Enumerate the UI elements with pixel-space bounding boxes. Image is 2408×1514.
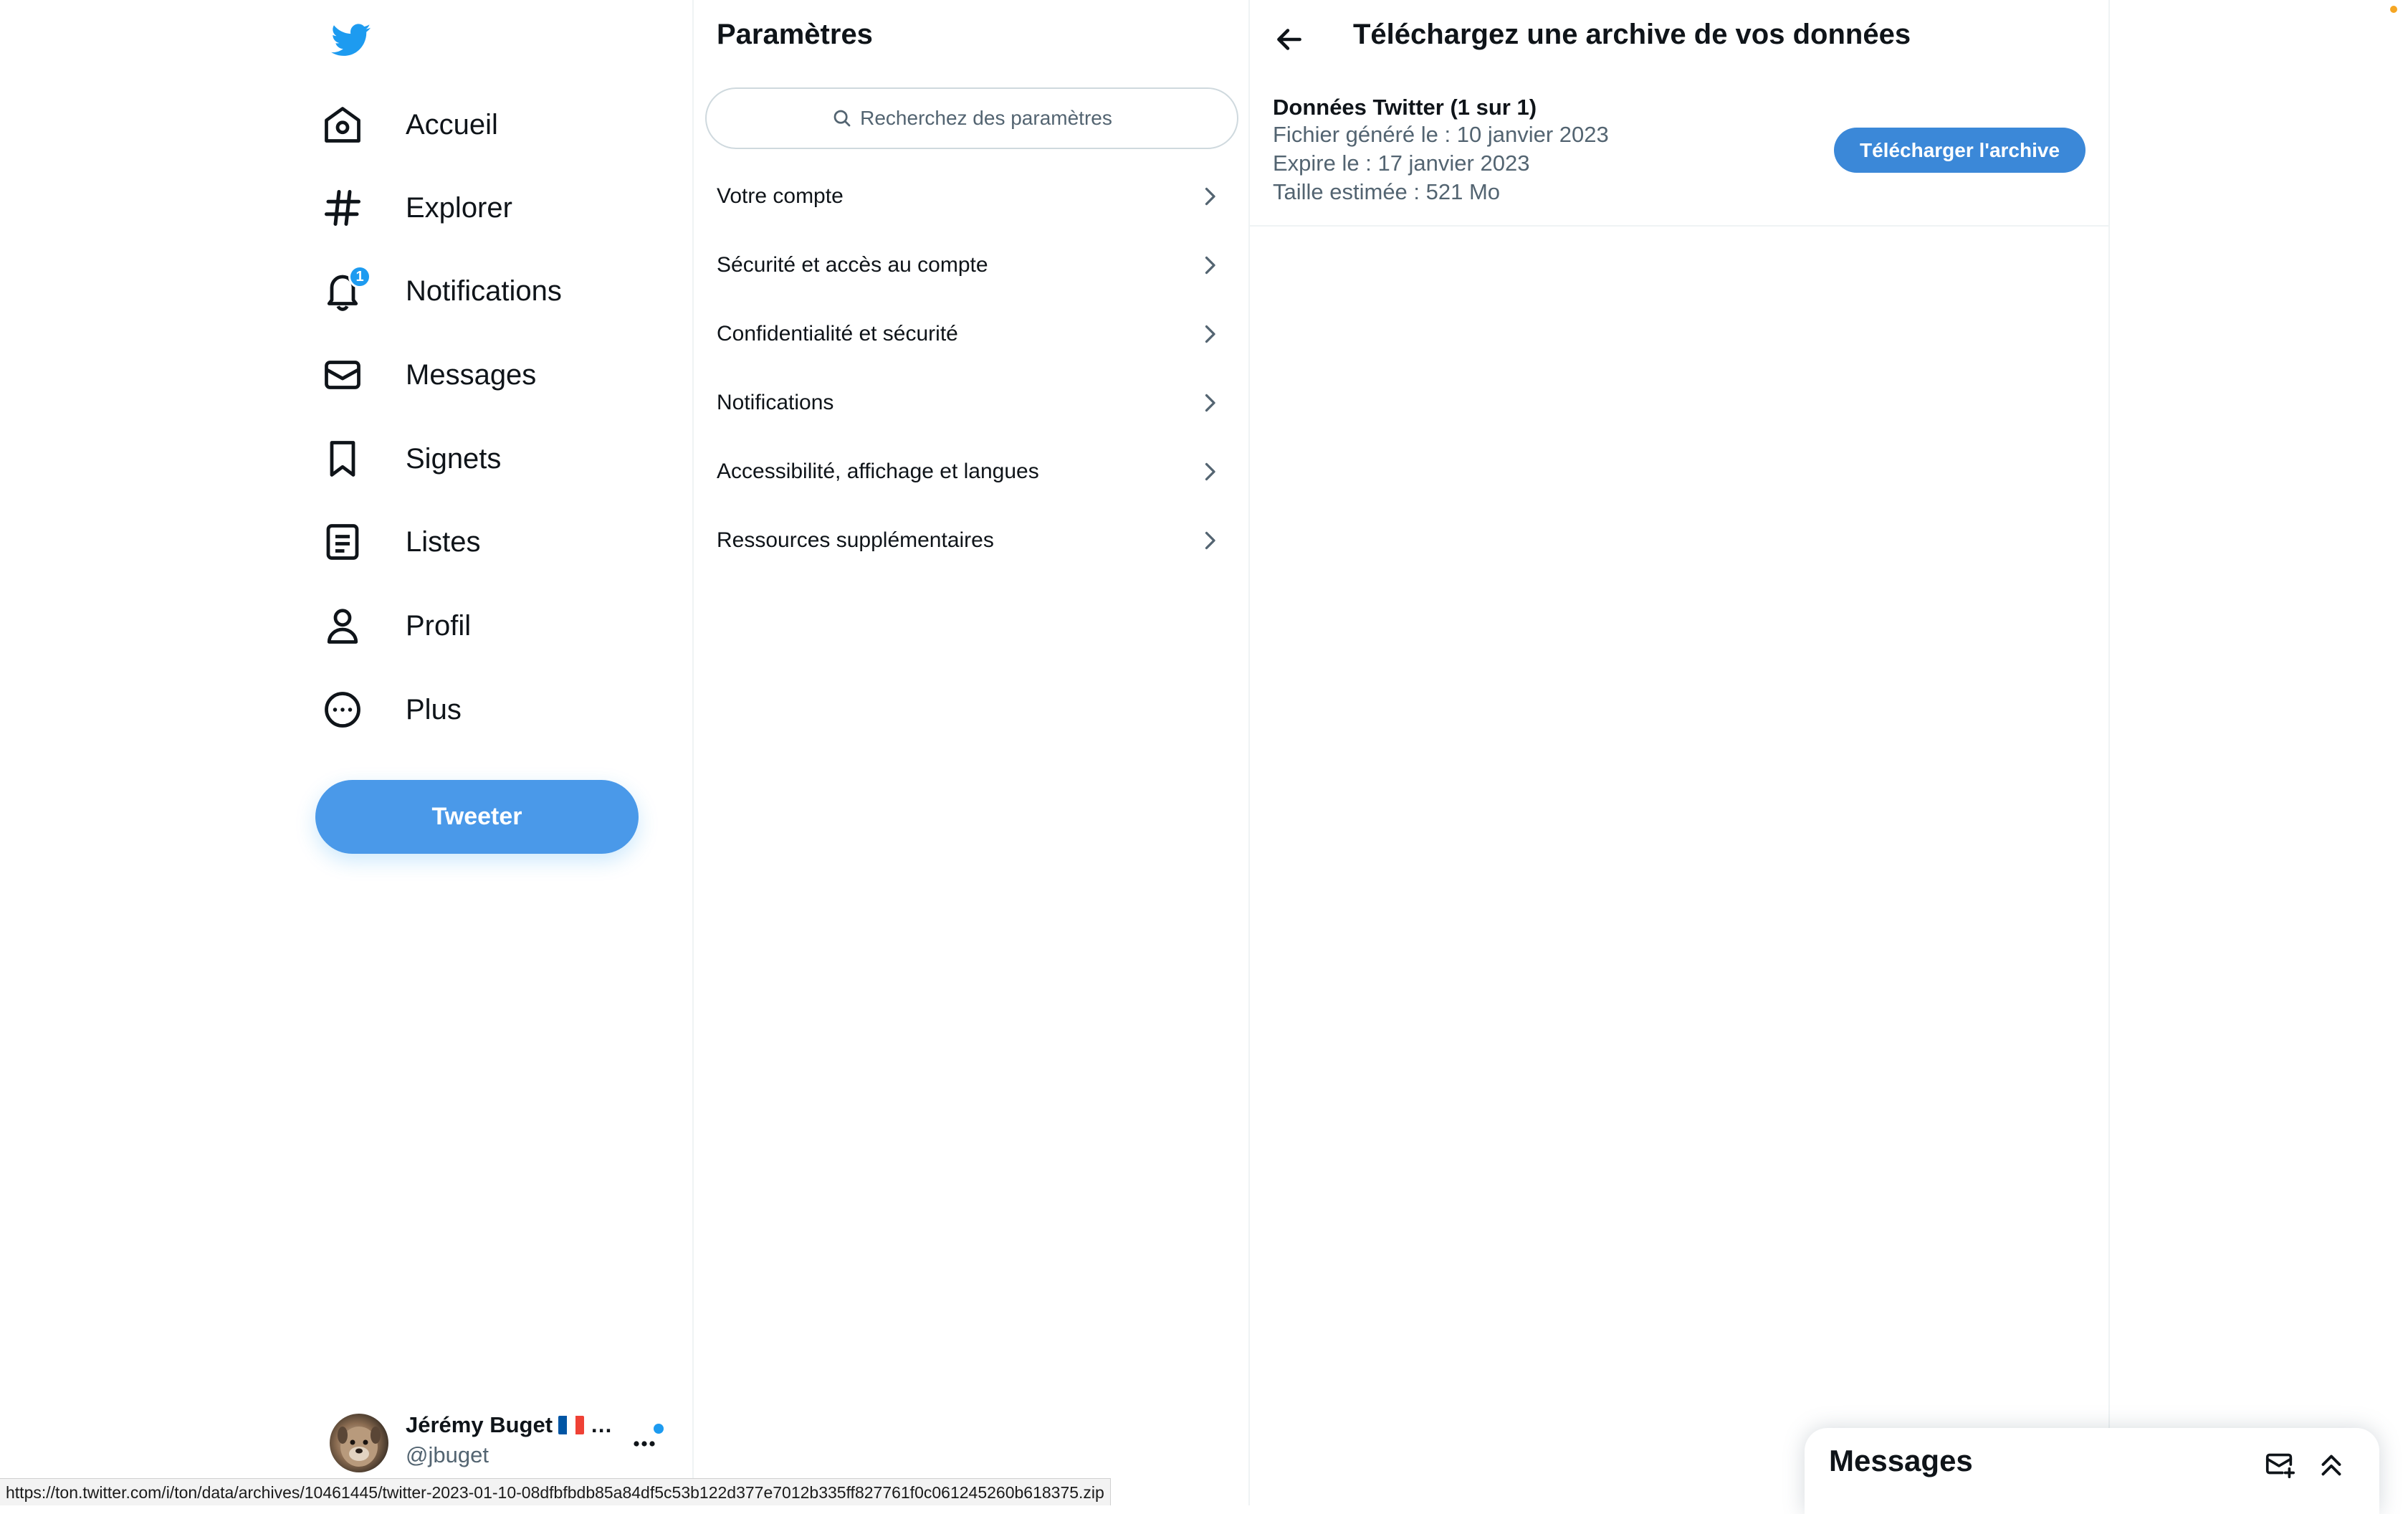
nav-item-profile[interactable]: Profil (321, 591, 471, 660)
avatar (330, 1414, 388, 1472)
account-name-ellipsis: … (590, 1412, 613, 1437)
settings-item-label: Ressources supplémentaires (717, 528, 994, 552)
sidebar-nav: Accueil Explorer 1 Notifications Message… (0, 0, 692, 1505)
window-indicator-dot (2390, 6, 2397, 13)
settings-item-security[interactable]: Sécurité et accès au compte (694, 231, 1248, 300)
chevron-right-icon (1197, 390, 1223, 416)
messages-drawer[interactable]: Messages (1805, 1428, 2379, 1514)
archive-title: Téléchargez une archive de vos données (1353, 19, 1911, 50)
twitter-bird-icon[interactable] (330, 20, 373, 60)
chevron-right-icon (1197, 252, 1223, 278)
bookmark-icon (321, 437, 364, 480)
archive-card-title: Données Twitter (1 sur 1) (1273, 95, 1537, 120)
account-switcher[interactable]: Jérémy Buget … @jbuget (330, 1408, 666, 1474)
chevron-right-icon (1197, 184, 1223, 209)
nav-item-notifications[interactable]: 1 Notifications (321, 257, 562, 325)
nav-item-home[interactable]: Accueil (321, 90, 498, 159)
back-arrow-icon[interactable] (1271, 22, 1307, 57)
tweet-button[interactable]: Tweeter (315, 780, 639, 854)
archive-card: Données Twitter (1 sur 1) Fichier généré… (1250, 85, 2108, 227)
nav-item-lists[interactable]: Listes (321, 508, 481, 576)
envelope-icon (321, 353, 364, 396)
archive-expiry-date: Expire le : 17 janvier 2023 (1273, 151, 1530, 176)
account-name: Jérémy Buget … (406, 1412, 613, 1438)
hashtag-icon (321, 186, 364, 229)
nav-item-more[interactable]: Plus (321, 675, 462, 744)
settings-item-label: Confidentialité et sécurité (717, 322, 958, 346)
settings-column: Paramètres Recherchez des paramètres Vot… (692, 0, 1250, 1505)
nav-item-messages[interactable]: Messages (321, 341, 536, 409)
nav-item-explore[interactable]: Explorer (321, 173, 512, 242)
new-message-icon[interactable] (2263, 1448, 2296, 1481)
chevron-double-up-icon[interactable] (2315, 1448, 2348, 1481)
nav-label-lists: Listes (406, 525, 481, 558)
nav-label-home: Accueil (406, 108, 498, 141)
chevron-right-icon (1197, 459, 1223, 485)
link-status-bar: https://ton.twitter.com/i/ton/data/archi… (0, 1478, 1111, 1505)
archive-generated-date: Fichier généré le : 10 janvier 2023 (1273, 122, 1609, 147)
bell-icon: 1 (321, 265, 371, 313)
search-placeholder: Recherchez des paramètres (860, 107, 1112, 129)
nav-item-bookmarks[interactable]: Signets (321, 424, 501, 493)
nav-label-profile: Profil (406, 609, 472, 642)
list-icon (321, 520, 364, 563)
search-icon (831, 108, 853, 129)
settings-item-label: Sécurité et accès au compte (717, 253, 988, 277)
nav-label-notifications: Notifications (406, 275, 562, 307)
settings-item-notifications[interactable]: Notifications (694, 368, 1248, 437)
account-handle: @jbuget (406, 1442, 489, 1467)
download-archive-button[interactable]: Télécharger l'archive (1834, 128, 2086, 173)
settings-item-account[interactable]: Votre compte (694, 162, 1248, 231)
french-flag-icon (558, 1416, 585, 1434)
more-circle-icon (321, 688, 364, 731)
archive-estimated-size: Taille estimée : 521 Mo (1273, 179, 1501, 204)
archive-panel: Téléchargez une archive de vos données D… (1250, 0, 2110, 1505)
chevron-right-icon (1197, 528, 1223, 553)
account-name-text: Jérémy Buget (406, 1412, 553, 1437)
nav-label-messages: Messages (406, 358, 537, 391)
settings-item-label: Accessibilité, affichage et langues (717, 460, 1039, 483)
home-icon (321, 103, 364, 146)
page-title: Paramètres (717, 19, 873, 50)
settings-item-label: Notifications (717, 391, 834, 414)
nav-label-explore: Explorer (406, 191, 512, 224)
search-input[interactable]: Recherchez des paramètres (705, 87, 1238, 149)
settings-item-resources[interactable]: Ressources supplémentaires (694, 506, 1248, 575)
person-icon (321, 604, 364, 647)
notification-count-badge: 1 (348, 265, 371, 288)
nav-label-more: Plus (406, 693, 462, 725)
settings-item-privacy[interactable]: Confidentialité et sécurité (694, 300, 1248, 368)
messages-drawer-title: Messages (1829, 1444, 1973, 1477)
settings-item-label: Votre compte (717, 184, 844, 208)
settings-item-accessibility[interactable]: Accessibilité, affichage et langues (694, 437, 1248, 506)
chevron-right-icon (1197, 321, 1223, 347)
unread-indicator-dot (654, 1424, 664, 1434)
nav-label-bookmarks: Signets (406, 442, 502, 475)
